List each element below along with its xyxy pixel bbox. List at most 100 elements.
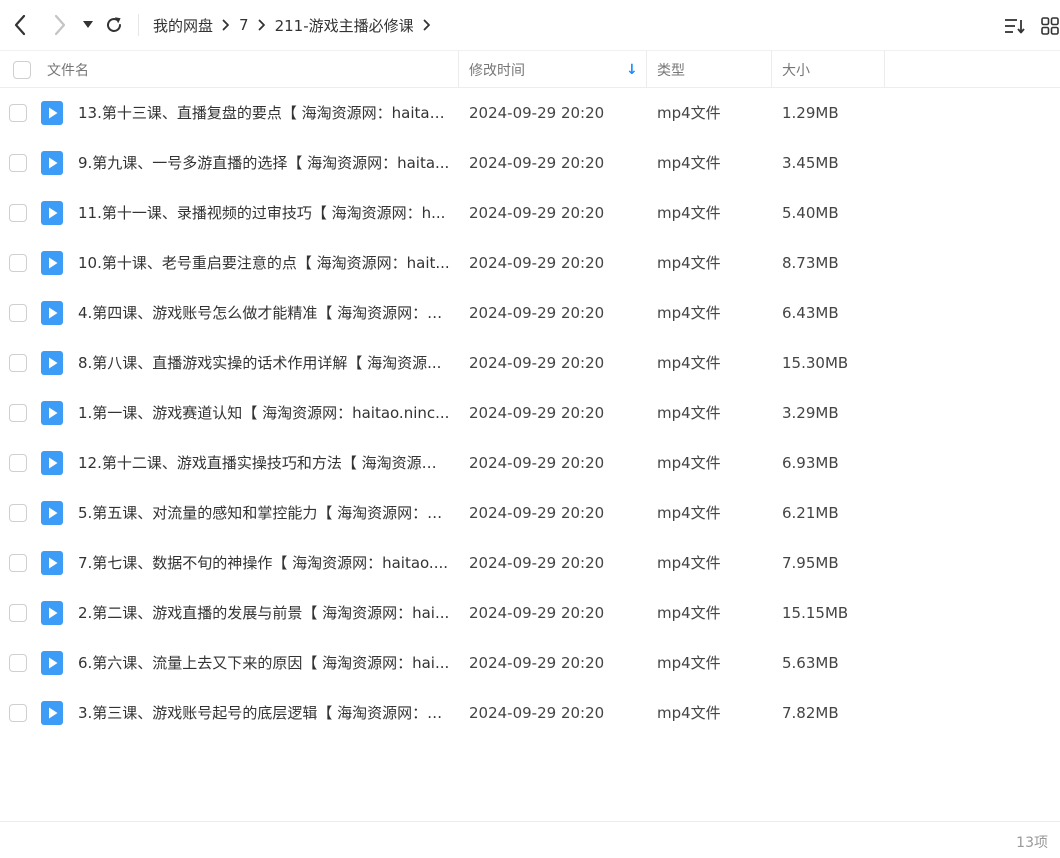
breadcrumb: 我的网盘 7 211-游戏主播必修课	[153, 0, 440, 50]
column-resizer[interactable]	[458, 51, 459, 88]
back-button[interactable]	[8, 12, 32, 38]
file-size: 6.21MB	[782, 504, 839, 522]
breadcrumb-item-folder-7[interactable]: 7	[239, 16, 249, 34]
file-type: mp4文件	[657, 704, 721, 722]
grid-view-button[interactable]	[1038, 14, 1060, 38]
column-resizer[interactable]	[884, 51, 885, 88]
file-name[interactable]: 9.第九课、一号多游直播的选择【 海淘资源网：haita...	[78, 138, 450, 188]
row-checkbox[interactable]	[9, 104, 27, 122]
row-checkbox[interactable]	[9, 204, 27, 222]
file-name[interactable]: 11.第十一课、录播视频的过审技巧【 海淘资源网：h...	[78, 188, 450, 238]
column-header-size[interactable]: 大小	[782, 51, 882, 88]
table-row[interactable]: 13.第十三课、直播复盘的要点【 海淘资源网：haitao.... 2024-09…	[0, 88, 1060, 138]
table-row[interactable]: 11.第十一课、录播视频的过审技巧【 海淘资源网：h... 2024-09-29 …	[0, 188, 1060, 238]
column-resizer[interactable]	[771, 51, 772, 88]
file-modified-time: 2024-09-29 20:20	[469, 304, 605, 322]
video-file-icon	[41, 151, 63, 175]
row-checkbox[interactable]	[9, 404, 27, 422]
video-file-icon	[41, 201, 63, 225]
row-checkbox[interactable]	[9, 154, 27, 172]
table-row[interactable]: 12.第十二课、游戏直播实操技巧和方法【 海淘资源网... 2024-09-29 …	[0, 438, 1060, 488]
file-type: mp4文件	[657, 604, 721, 622]
video-file-icon	[41, 701, 63, 725]
caret-down-icon	[83, 21, 93, 28]
table-row[interactable]: 10.第十课、老号重启要注意的点【 海淘资源网：hait... 2024-09-2…	[0, 238, 1060, 288]
table-row[interactable]: 3.第三课、游戏账号起号的底层逻辑【 海淘资源网：h... 2024-09-29 …	[0, 688, 1060, 738]
chevron-right-icon[interactable]	[423, 19, 431, 31]
video-file-icon	[41, 501, 63, 525]
video-file-icon	[41, 101, 63, 125]
column-header-type[interactable]: 类型	[657, 51, 770, 88]
select-all-cell	[13, 51, 31, 88]
video-file-icon	[41, 351, 63, 375]
row-checkbox[interactable]	[9, 254, 27, 272]
breadcrumb-item-root[interactable]: 我的网盘	[153, 15, 213, 36]
column-header-size-label: 大小	[782, 62, 810, 79]
table-row[interactable]: 4.第四课、游戏账号怎么做才能精准【 海淘资源网：h... 2024-09-29 …	[0, 288, 1060, 338]
refresh-icon	[107, 17, 121, 32]
table-row[interactable]: 6.第六课、流量上去又下来的原因【 海淘资源网：hai... 2024-09-29…	[0, 638, 1060, 688]
table-row[interactable]: 7.第七课、数据不旬的神操作【 海淘资源网：haitao.... 2024-09-…	[0, 538, 1060, 588]
file-type: mp4文件	[657, 504, 721, 522]
select-all-checkbox[interactable]	[13, 60, 31, 79]
file-type: mp4文件	[657, 354, 721, 372]
row-checkbox[interactable]	[9, 504, 27, 522]
history-dropdown-button[interactable]	[78, 12, 98, 38]
chevron-right-icon	[54, 14, 66, 36]
file-name[interactable]: 1.第一课、游戏赛道认知【 海淘资源网：haitao.ninc...	[78, 388, 450, 438]
file-name[interactable]: 4.第四课、游戏账号怎么做才能精准【 海淘资源网：h...	[78, 288, 450, 338]
row-checkbox[interactable]	[9, 554, 27, 572]
toolbar-divider	[138, 14, 139, 36]
table-row[interactable]: 8.第八课、直播游戏实操的话术作用详解【 海淘资源... 2024-09-29 2…	[0, 338, 1060, 388]
file-name[interactable]: 6.第六课、流量上去又下来的原因【 海淘资源网：hai...	[78, 638, 450, 688]
row-checkbox[interactable]	[9, 654, 27, 672]
row-checkbox[interactable]	[9, 304, 27, 322]
file-name[interactable]: 8.第八课、直播游戏实操的话术作用详解【 海淘资源...	[78, 338, 450, 388]
file-type: mp4文件	[657, 154, 721, 172]
file-name[interactable]: 7.第七课、数据不旬的神操作【 海淘资源网：haitao....	[78, 538, 450, 588]
file-name[interactable]: 13.第十三课、直播复盘的要点【 海淘资源网：haitao....	[78, 88, 450, 138]
video-file-icon	[41, 551, 63, 575]
video-file-icon	[41, 251, 63, 275]
row-checkbox[interactable]	[9, 604, 27, 622]
column-header-modified[interactable]: 修改时间 ↓	[469, 51, 645, 88]
video-file-icon	[41, 601, 63, 625]
file-modified-time: 2024-09-29 20:20	[469, 654, 605, 672]
row-checkbox[interactable]	[9, 354, 27, 372]
forward-button[interactable]	[48, 12, 72, 38]
item-count: 13项	[1016, 835, 1048, 851]
chevron-right-icon	[222, 19, 230, 31]
file-name[interactable]: 2.第二课、游戏直播的发展与前景【 海淘资源网：hai...	[78, 588, 450, 638]
table-row[interactable]: 5.第五课、对流量的感知和掌控能力【 海淘资源网：h... 2024-09-29 …	[0, 488, 1060, 538]
column-header-name-label: 文件名	[47, 62, 89, 79]
file-size: 8.73MB	[782, 254, 839, 272]
sort-desc-arrow-icon: ↓	[626, 61, 638, 78]
chevron-right-icon	[258, 19, 266, 31]
column-header-name[interactable]: 文件名	[47, 51, 457, 88]
video-file-icon	[41, 401, 63, 425]
file-size: 6.93MB	[782, 454, 839, 472]
file-modified-time: 2024-09-29 20:20	[469, 604, 605, 622]
breadcrumb-item-current[interactable]: 211-游戏主播必修课	[275, 15, 414, 36]
file-type: mp4文件	[657, 654, 721, 672]
file-modified-time: 2024-09-29 20:20	[469, 554, 605, 572]
file-type: mp4文件	[657, 104, 721, 122]
row-checkbox[interactable]	[9, 704, 27, 722]
file-list: 13.第十三课、直播复盘的要点【 海淘资源网：haitao.... 2024-09…	[0, 88, 1060, 738]
refresh-button[interactable]	[102, 12, 126, 38]
file-name[interactable]: 10.第十课、老号重启要注意的点【 海淘资源网：hait...	[78, 238, 450, 288]
file-size: 5.40MB	[782, 204, 839, 222]
sort-button[interactable]	[1003, 14, 1027, 38]
file-type: mp4文件	[657, 554, 721, 572]
table-row[interactable]: 9.第九课、一号多游直播的选择【 海淘资源网：haita... 2024-09-2…	[0, 138, 1060, 188]
file-modified-time: 2024-09-29 20:20	[469, 704, 605, 722]
status-bar: 13项	[0, 821, 1060, 858]
file-name[interactable]: 12.第十二课、游戏直播实操技巧和方法【 海淘资源网...	[78, 438, 450, 488]
file-size: 6.43MB	[782, 304, 839, 322]
row-checkbox[interactable]	[9, 454, 27, 472]
file-name[interactable]: 3.第三课、游戏账号起号的底层逻辑【 海淘资源网：h...	[78, 688, 450, 738]
table-row[interactable]: 2.第二课、游戏直播的发展与前景【 海淘资源网：hai... 2024-09-29…	[0, 588, 1060, 638]
file-name[interactable]: 5.第五课、对流量的感知和掌控能力【 海淘资源网：h...	[78, 488, 450, 538]
table-row[interactable]: 1.第一课、游戏赛道认知【 海淘资源网：haitao.ninc... 2024-0…	[0, 388, 1060, 438]
column-resizer[interactable]	[646, 51, 647, 88]
